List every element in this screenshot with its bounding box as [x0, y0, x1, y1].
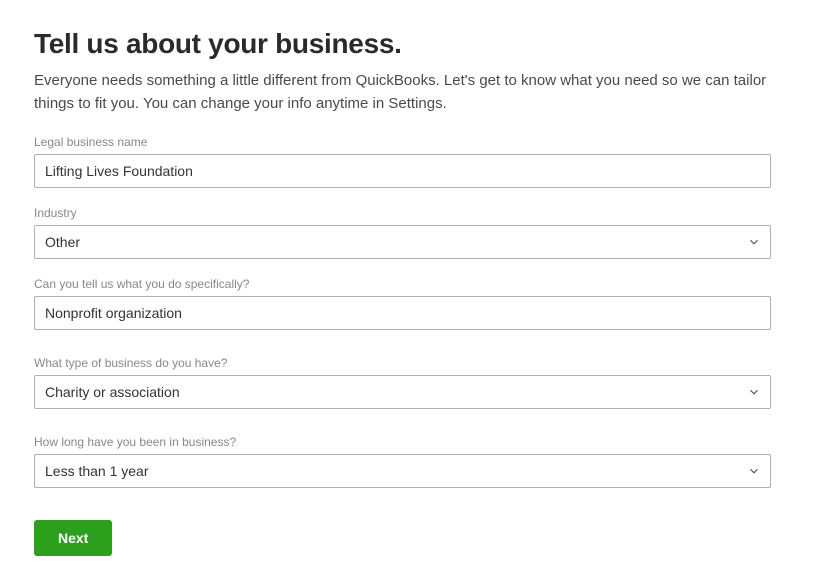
business-type-label: What type of business do you have? [34, 356, 806, 370]
duration-value: Less than 1 year [45, 463, 149, 479]
specific-label: Can you tell us what you do specifically… [34, 277, 806, 291]
industry-label: Industry [34, 206, 806, 220]
page-title: Tell us about your business. [34, 28, 806, 60]
page-subtitle: Everyone needs something a little differ… [34, 70, 774, 115]
industry-select[interactable]: Other [34, 225, 771, 259]
duration-select[interactable]: Less than 1 year [34, 454, 771, 488]
business-type-value: Charity or association [45, 384, 180, 400]
legal-name-input[interactable] [34, 154, 771, 188]
next-button[interactable]: Next [34, 520, 112, 556]
business-type-select[interactable]: Charity or association [34, 375, 771, 409]
legal-name-label: Legal business name [34, 135, 806, 149]
specific-input[interactable] [34, 296, 771, 330]
industry-value: Other [45, 234, 80, 250]
duration-label: How long have you been in business? [34, 435, 806, 449]
